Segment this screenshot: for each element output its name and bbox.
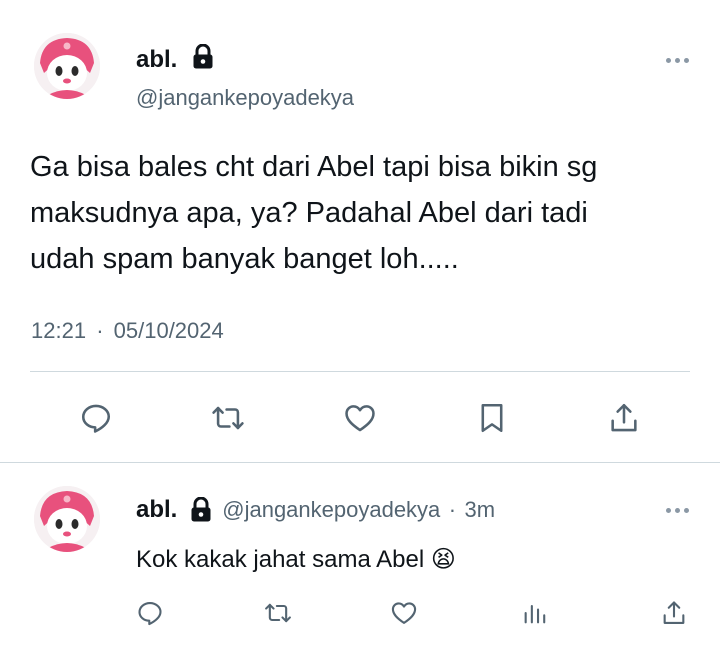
tweet-time[interactable]: 12:21 bbox=[31, 318, 86, 343]
more-options-icon[interactable] bbox=[666, 508, 689, 513]
display-name-text[interactable]: abl. bbox=[136, 46, 177, 73]
share-icon bbox=[611, 403, 637, 432]
reply-header: abl. @jangankepoyadekya · 3m bbox=[136, 496, 495, 528]
tweet-text-line: Ga bisa bales cht dari Abel tapi bisa bi… bbox=[30, 151, 598, 183]
meta-separator: · bbox=[448, 497, 457, 522]
lock-icon bbox=[190, 496, 212, 528]
tweet-age[interactable]: 3m bbox=[465, 497, 496, 522]
reply-text: Kok kakak jahat sama Abel 😫 bbox=[136, 545, 456, 574]
reply-icon bbox=[81, 404, 111, 433]
more-options-icon[interactable] bbox=[666, 58, 689, 63]
handle[interactable]: @jangankepoyadekya bbox=[222, 497, 440, 522]
tweet-text-line: maksudnya apa, ya? Padahal Abel dari tad… bbox=[30, 197, 588, 229]
tweet-text: Ga bisa bales cht dari Abel tapi bisa bi… bbox=[30, 144, 700, 282]
tweet-date[interactable]: 05/10/2024 bbox=[114, 318, 224, 343]
avatar[interactable] bbox=[34, 486, 100, 552]
retweet-button[interactable] bbox=[208, 398, 248, 438]
reply-text-body: Kok kakak jahat sama Abel bbox=[136, 546, 425, 573]
bookmark-button[interactable] bbox=[472, 398, 512, 438]
reply-icon bbox=[138, 602, 162, 626]
display-name-text[interactable]: abl. bbox=[136, 496, 177, 523]
display-name[interactable]: abl. bbox=[136, 43, 214, 77]
reply-button[interactable] bbox=[76, 398, 116, 438]
like-button[interactable] bbox=[340, 398, 380, 438]
lock-icon bbox=[192, 43, 214, 77]
retweet-icon bbox=[265, 603, 291, 623]
like-button[interactable] bbox=[384, 593, 424, 633]
tired-face-emoji-icon: 😫 bbox=[430, 546, 456, 573]
like-icon bbox=[391, 602, 417, 624]
avatar[interactable] bbox=[34, 33, 100, 99]
tweet-text-line: udah spam banyak banget loh..... bbox=[30, 243, 459, 275]
share-button[interactable] bbox=[604, 398, 644, 438]
section-divider bbox=[0, 462, 720, 463]
retweet-button[interactable] bbox=[258, 593, 298, 633]
tweet-timestamp[interactable]: 12:21 · 05/10/2024 bbox=[31, 318, 224, 344]
like-icon bbox=[345, 405, 375, 432]
share-button[interactable] bbox=[654, 593, 694, 633]
meta-separator: · bbox=[96, 318, 104, 343]
bookmark-icon bbox=[481, 403, 503, 433]
views-icon bbox=[524, 604, 546, 624]
handle[interactable]: @jangankepoyadekya bbox=[136, 85, 354, 111]
avatar-image bbox=[34, 486, 100, 552]
views-button[interactable] bbox=[515, 593, 555, 633]
reply-button[interactable] bbox=[130, 593, 170, 633]
avatar-image bbox=[34, 33, 100, 99]
share-icon bbox=[663, 601, 685, 624]
retweet-icon bbox=[212, 406, 244, 430]
divider bbox=[30, 371, 690, 372]
